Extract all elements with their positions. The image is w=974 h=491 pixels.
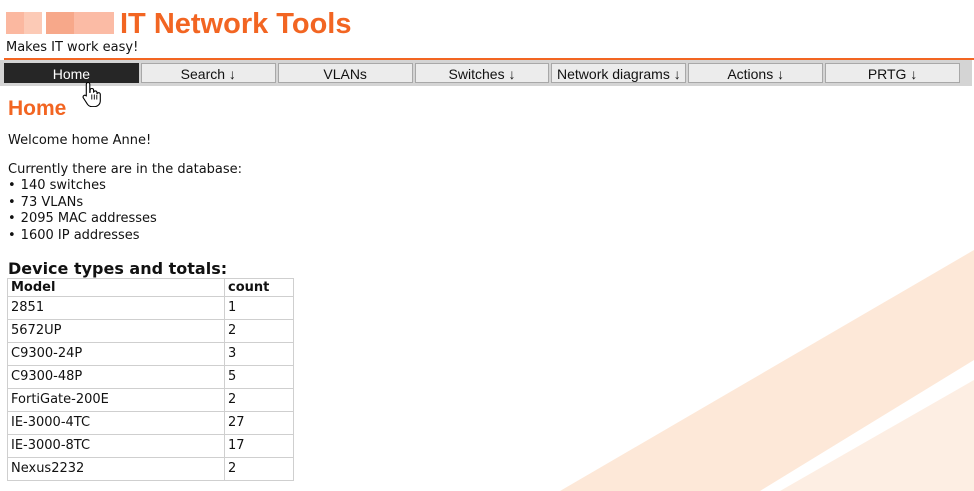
table-row: C9300-48P 5 — [7, 365, 294, 389]
count-cell: 17 — [224, 434, 294, 458]
nav-item-switches[interactable]: Switches ↓ — [414, 63, 550, 83]
site-title[interactable]: IT Network Tools — [120, 5, 351, 43]
table-header-row: Model count — [7, 278, 294, 297]
site-tagline: Makes IT work easy! — [6, 40, 139, 55]
count-cell: 2 — [224, 319, 294, 343]
stat-vlans: 73 VLANs — [8, 195, 974, 212]
stat-switches: 140 switches — [8, 178, 974, 195]
main-content: Home Welcome home Anne! Currently there … — [0, 86, 974, 481]
model-cell: Nexus2232 — [7, 457, 225, 481]
nav-item-actions[interactable]: Actions ↓ — [688, 63, 824, 83]
nav-item-network-diagrams[interactable]: Network diagrams ↓ — [551, 63, 687, 83]
table-row: IE-3000-8TC 17 — [7, 434, 294, 458]
site-logo — [6, 12, 114, 34]
count-cell: 27 — [224, 411, 294, 435]
table-row: 2851 1 — [7, 296, 294, 320]
database-intro: Currently there are in the database: — [8, 162, 243, 177]
page-title: Home — [8, 97, 67, 120]
column-header-model: Model — [7, 278, 225, 297]
table-row: IE-3000-4TC 27 — [7, 411, 294, 435]
model-cell: IE-3000-4TC — [7, 411, 225, 435]
table-row: 5672UP 2 — [7, 319, 294, 343]
count-cell: 2 — [224, 457, 294, 481]
table-row: Nexus2232 2 — [7, 457, 294, 481]
model-cell: C9300-48P — [7, 365, 225, 389]
nav-item-home[interactable]: Home — [4, 63, 139, 83]
site-header: IT Network Tools Makes IT work easy! — [0, 0, 974, 58]
stat-ip-addresses: 1600 IP addresses — [8, 228, 974, 245]
model-cell: 2851 — [7, 296, 225, 320]
stat-mac-addresses: 2095 MAC addresses — [8, 211, 974, 228]
database-stats-list: 140 switches 73 VLANs 2095 MAC addresses… — [8, 178, 974, 244]
main-nav: Home Search ↓ VLANs Switches ↓ Network d… — [0, 60, 972, 86]
welcome-message: Welcome home Anne! — [8, 133, 152, 148]
nav-item-search[interactable]: Search ↓ — [140, 63, 276, 83]
table-row: C9300-24P 3 — [7, 342, 294, 366]
model-cell: 5672UP — [7, 319, 225, 343]
model-cell: IE-3000-8TC — [7, 434, 225, 458]
hand-pointer-icon — [82, 81, 101, 107]
count-cell: 5 — [224, 365, 294, 389]
count-cell: 1 — [224, 296, 294, 320]
model-cell: FortiGate-200E — [7, 388, 225, 412]
count-cell: 3 — [224, 342, 294, 366]
column-header-count: count — [224, 278, 294, 297]
count-cell: 2 — [224, 388, 294, 412]
nav-item-prtg[interactable]: PRTG ↓ — [825, 63, 961, 83]
nav-item-vlans[interactable]: VLANs — [277, 63, 413, 83]
device-types-heading: Device types and totals: — [8, 259, 228, 278]
table-row: FortiGate-200E 2 — [7, 388, 294, 412]
model-cell: C9300-24P — [7, 342, 225, 366]
device-types-table: Model count 2851 1 5672UP 2 C9300-24P 3 — [7, 278, 294, 481]
